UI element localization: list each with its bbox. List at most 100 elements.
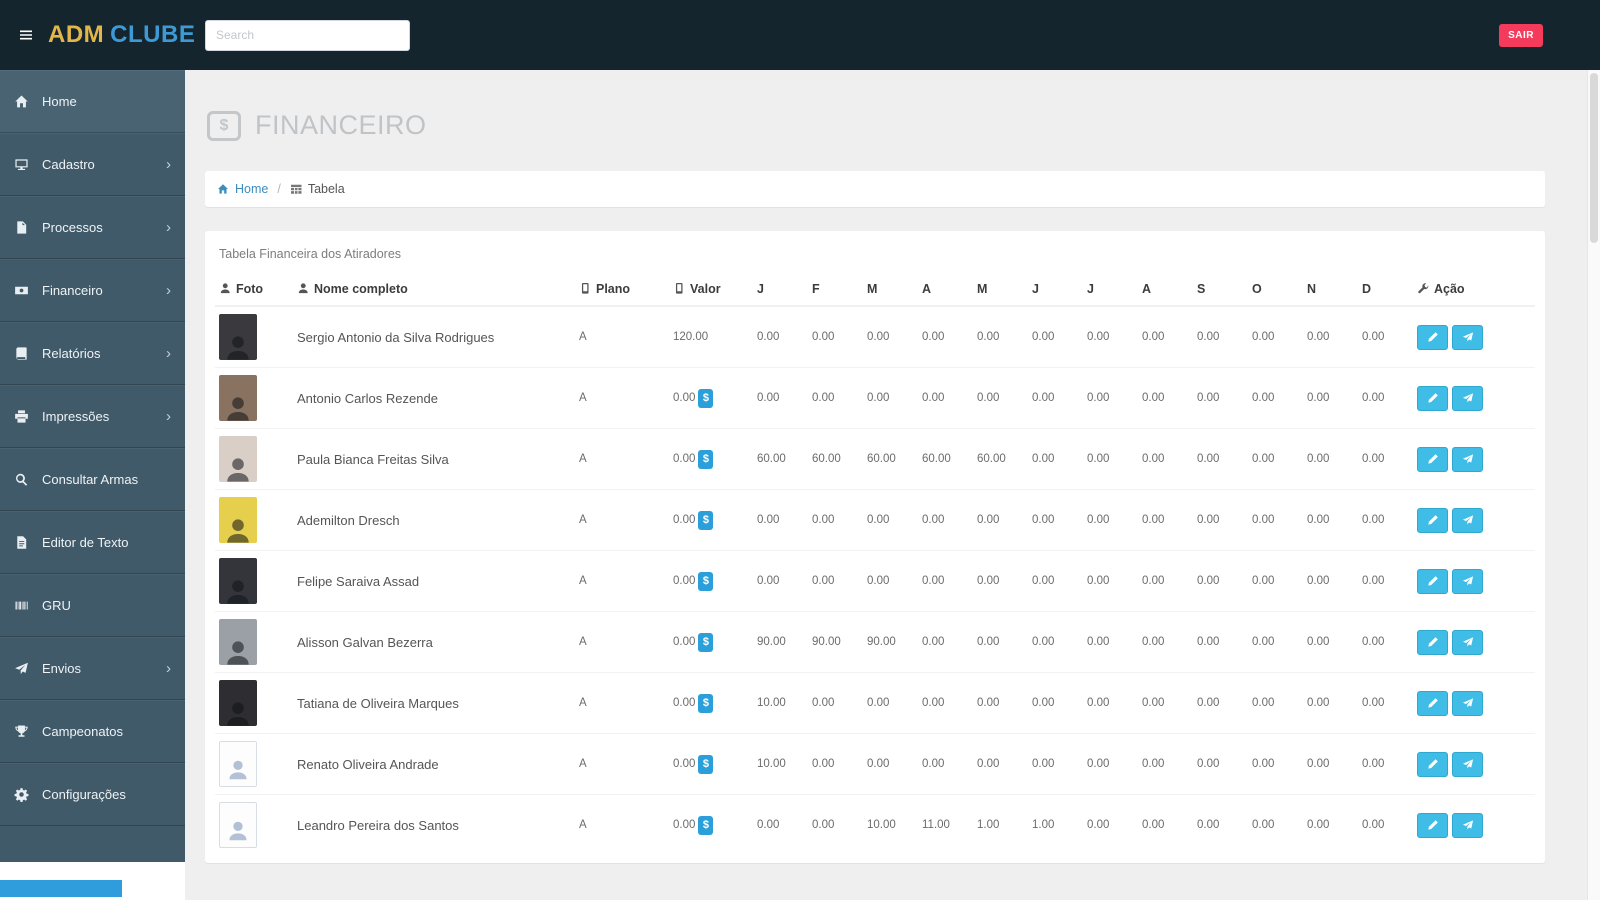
month-value: 0.00: [1083, 428, 1138, 490]
valor-amount: 0.00: [673, 636, 696, 648]
send-button[interactable]: [1452, 751, 1483, 777]
sidebar-item-label: Consultar Armas: [42, 472, 139, 487]
edit-button[interactable]: [1417, 751, 1448, 777]
search-input[interactable]: [205, 19, 410, 51]
breadcrumb-current-label: Tabela: [307, 182, 345, 196]
sidebar-item-processos[interactable]: Processos ›: [0, 196, 185, 259]
month-value: 0.00: [1303, 428, 1358, 490]
book-icon: [14, 346, 31, 362]
edit-button[interactable]: [1417, 385, 1448, 411]
edit-button[interactable]: [1417, 629, 1448, 655]
sidebar-item-cadastro[interactable]: Cadastro ›: [0, 133, 185, 196]
chevron-right-icon: ›: [166, 408, 171, 425]
table-icon: [290, 183, 303, 196]
send-button[interactable]: [1452, 629, 1483, 655]
column-month-8: A: [1138, 273, 1193, 307]
dollar-badge-icon[interactable]: $: [698, 388, 714, 408]
send-button[interactable]: [1452, 324, 1483, 350]
chevron-right-icon: ›: [166, 345, 171, 362]
edit-button[interactable]: [1417, 324, 1448, 350]
sidebar-item-label: Impressões: [42, 409, 110, 424]
dollar-badge-icon[interactable]: $: [698, 449, 714, 469]
sidebar-item-financeiro[interactable]: Financeiro ›: [0, 259, 185, 322]
send-button[interactable]: [1452, 812, 1483, 838]
hamburger-icon[interactable]: [18, 27, 34, 43]
home-icon: [14, 94, 31, 110]
month-value: 0.00: [1303, 367, 1358, 429]
valor-amount: 0.00: [673, 819, 696, 831]
logout-button[interactable]: SAIR: [1499, 23, 1543, 47]
month-value: 0.00: [863, 550, 918, 612]
column-month-2: F: [808, 273, 863, 307]
sidebar-item-impressoes[interactable]: Impressões ›: [0, 385, 185, 448]
table-row: Tatiana de Oliveira Marques A 0.00 $10.00 0.…: [215, 672, 1535, 734]
month-value: 0.00: [1248, 611, 1303, 673]
edit-button[interactable]: [1417, 507, 1448, 533]
month-value: 0.00: [757, 331, 780, 343]
send-button[interactable]: [1452, 690, 1483, 716]
desktop-icon: [14, 157, 31, 173]
page-header: $ FINANCEIRO: [207, 110, 1545, 141]
doc-text-icon: [14, 535, 31, 551]
edit-button[interactable]: [1417, 568, 1448, 594]
edit-button[interactable]: [1417, 812, 1448, 838]
sidebar-item-campeonatos[interactable]: Campeonatos: [0, 700, 185, 763]
month-value: 0.00: [918, 672, 973, 734]
breadcrumb-home-link[interactable]: Home: [217, 182, 268, 196]
cell-acao: [1413, 428, 1535, 490]
action-buttons: [1417, 812, 1531, 838]
month-value: 0.00: [1252, 331, 1275, 343]
shooter-name: Tatiana de Oliveira Marques: [293, 672, 575, 734]
month-value: 0.00: [1193, 733, 1248, 795]
column-month-10: O: [1248, 273, 1303, 307]
column-month-11-label: N: [1307, 282, 1317, 296]
month-value: 0.00: [1142, 331, 1165, 343]
cell-acao: [1413, 550, 1535, 612]
month-value: 0.00: [1028, 611, 1083, 673]
month-value: 90.00: [753, 611, 808, 673]
plan-value: A: [575, 489, 669, 551]
month-value: 0.00: [1358, 550, 1413, 612]
table-row: Renato Oliveira Andrade A 0.00 $10.00 0.00 0.…: [215, 733, 1535, 795]
valor-amount: 0.00: [673, 575, 696, 587]
send-button[interactable]: [1452, 446, 1483, 472]
month-value: 0.00: [918, 550, 973, 612]
sidebar-item-gru[interactable]: GRU: [0, 574, 185, 637]
topbar: ADMCLUBE SAIR: [0, 0, 1600, 70]
month-value: 0.00: [808, 672, 863, 734]
avatar-placeholder-icon: [219, 802, 257, 848]
send-button[interactable]: [1452, 385, 1483, 411]
scrollbar-thumb[interactable]: [1590, 73, 1598, 243]
plan-value: A: [575, 794, 669, 855]
cell-foto: [215, 794, 293, 855]
dollar-badge-icon[interactable]: $: [698, 571, 714, 591]
dollar-badge-icon[interactable]: $: [698, 632, 714, 652]
cell-valor: 0.00 $: [669, 794, 753, 855]
breadcrumb: Home / Tabela: [205, 171, 1545, 207]
column-month-4-label: A: [922, 282, 932, 296]
sidebar-item-consultar-armas[interactable]: Consultar Armas: [0, 448, 185, 511]
dollar-badge-icon[interactable]: $: [698, 815, 714, 835]
sidebar-item-envios[interactable]: Envios ›: [0, 637, 185, 700]
scrollbar-track[interactable]: [1587, 70, 1600, 900]
dollar-badge-icon[interactable]: $: [698, 754, 714, 774]
month-value: 0.00: [753, 550, 808, 612]
cell-valor: 120.00: [669, 306, 753, 368]
sidebar-item-editor-de-texto[interactable]: Editor de Texto: [0, 511, 185, 574]
sidebar-item-relatorios[interactable]: Relatórios ›: [0, 322, 185, 385]
action-buttons: [1417, 568, 1531, 594]
plan-value: A: [575, 611, 669, 673]
sidebar-item-configuracoes[interactable]: Configurações: [0, 763, 185, 826]
month-value: 0.00: [973, 367, 1028, 429]
dollar-badge-icon[interactable]: $: [698, 510, 714, 530]
month-value: 90.00: [863, 611, 918, 673]
valor-amount: 0.00: [673, 514, 696, 526]
trophy-icon: [14, 724, 31, 740]
edit-button[interactable]: [1417, 690, 1448, 716]
send-button[interactable]: [1452, 507, 1483, 533]
dollar-badge-icon[interactable]: $: [698, 693, 714, 713]
edit-button[interactable]: [1417, 446, 1448, 472]
sidebar-item-home[interactable]: Home: [0, 70, 185, 133]
send-button[interactable]: [1452, 568, 1483, 594]
avatar: [219, 375, 257, 421]
